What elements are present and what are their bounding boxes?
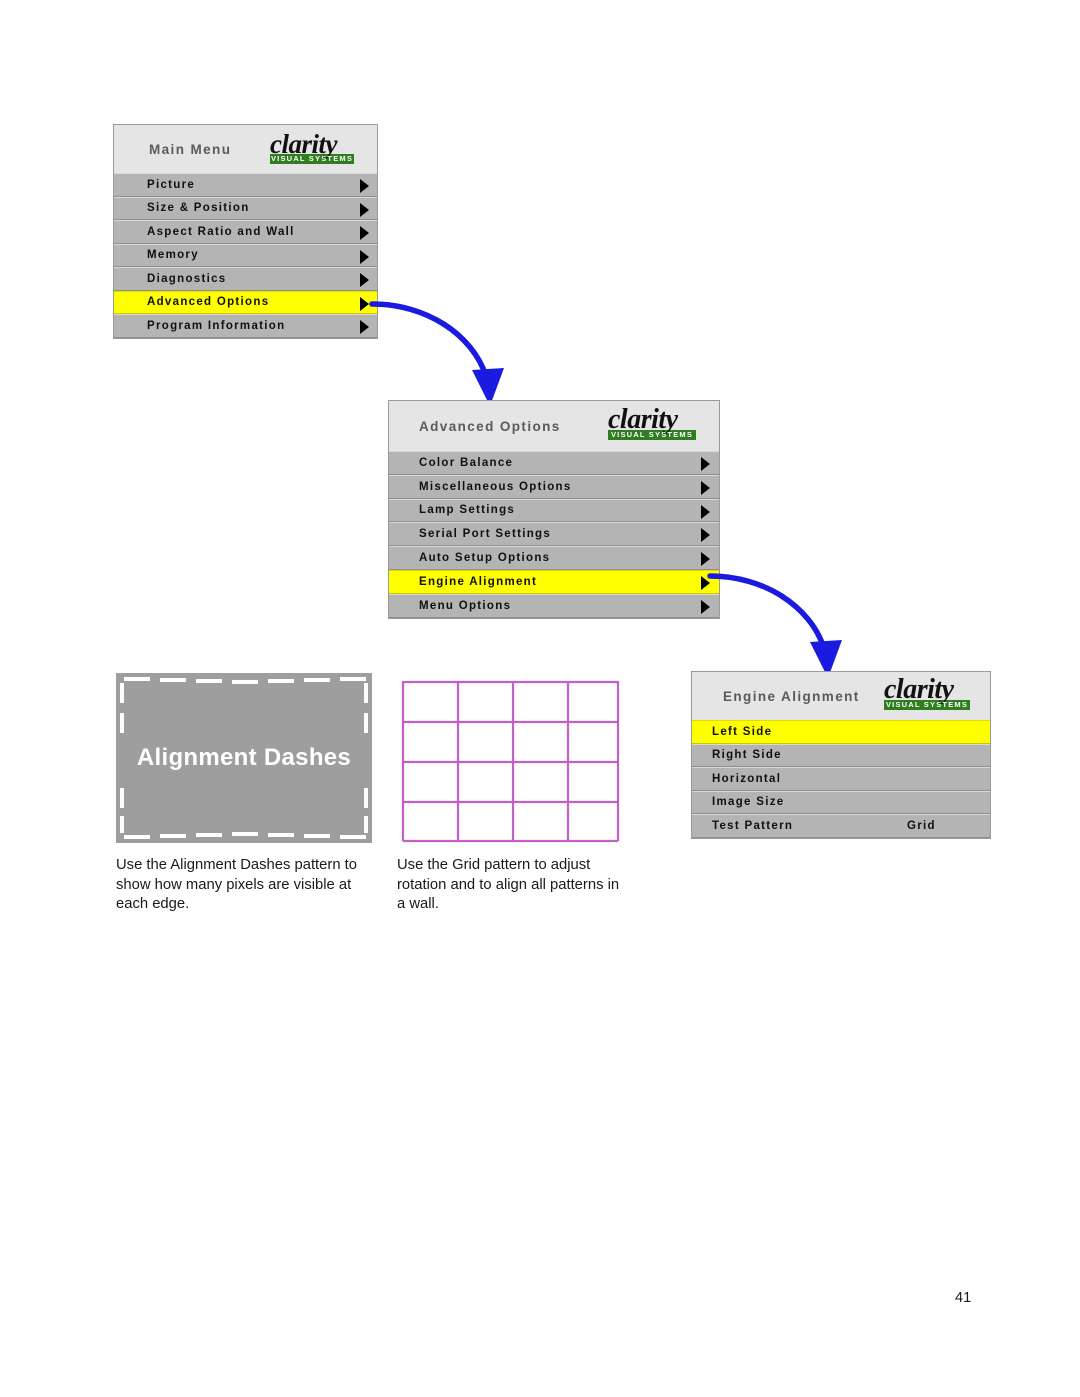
page-number: 41: [955, 1290, 972, 1306]
menu-item-label: Advanced Options: [147, 296, 270, 309]
submenu-arrow-icon: [360, 273, 369, 287]
menu-item-label: Picture: [147, 178, 196, 191]
menu-item-label: Color Balance: [419, 456, 514, 469]
menu-item-right-side[interactable]: Right Side: [692, 743, 990, 767]
panel-title: Main Menu: [149, 141, 232, 157]
menu-item-auto-setup-options[interactable]: Auto Setup Options: [389, 546, 719, 570]
menu-item-label: Image Size: [712, 796, 785, 809]
menu-item-value: Grid: [907, 819, 936, 832]
menu-item-menu-options[interactable]: Menu Options: [389, 593, 719, 618]
menu-item-lamp-settings[interactable]: Lamp Settings: [389, 498, 719, 523]
osd-panel-engine-alignment: Engine Alignment clarity VISUAL SYSTEMS …: [691, 671, 991, 839]
menu-item-label: Menu Options: [419, 599, 512, 612]
flow-arrow-main-to-advanced: [369, 301, 504, 406]
menu-item-picture[interactable]: Picture: [114, 173, 377, 197]
menu-item-label: Left Side: [712, 725, 773, 738]
submenu-arrow-icon: [360, 320, 369, 334]
menu-item-miscellaneous-options[interactable]: Miscellaneous Options: [389, 474, 719, 499]
osd-panel-main-menu: Main Menu clarity VISUAL SYSTEMS Picture…: [113, 124, 378, 339]
clarity-logo: clarity VISUAL SYSTEMS: [270, 131, 375, 164]
submenu-arrow-icon: [701, 457, 710, 471]
menu-item-advanced-options[interactable]: Advanced Options: [114, 290, 377, 314]
clarity-tagline: VISUAL SYSTEMS: [270, 154, 354, 164]
menu-item-serial-port-settings[interactable]: Serial Port Settings: [389, 522, 719, 547]
grid-lines-graphic: [401, 680, 620, 843]
menu-item-left-side[interactable]: Left Side: [692, 720, 990, 744]
clarity-logo: clarity VISUAL SYSTEMS: [884, 676, 988, 710]
menu-item-image-size[interactable]: Image Size: [692, 790, 990, 814]
panel-title: Engine Alignment: [723, 688, 860, 704]
menu-item-label: Aspect Ratio and Wall: [147, 225, 295, 238]
menu-item-label: Serial Port Settings: [419, 528, 552, 541]
alignment-dashes-pattern-image: Alignment Dashes: [116, 673, 372, 843]
submenu-arrow-icon: [701, 480, 710, 495]
menu-item-label: Lamp Settings: [419, 504, 516, 517]
caption-alignment-dashes: Use the Alignment Dashes pattern to show…: [116, 857, 357, 913]
menu-item-diagnostics[interactable]: Diagnostics: [114, 267, 377, 291]
menu-rows: Left Side Right Side Horizontal Image Si…: [692, 720, 990, 838]
menu-item-label: Program Information: [147, 319, 286, 332]
clarity-tagline: VISUAL SYSTEMS: [884, 700, 970, 710]
menu-item-label: Auto Setup Options: [419, 552, 551, 565]
submenu-arrow-icon: [360, 202, 369, 217]
menu-item-aspect-ratio-and-wall[interactable]: Aspect Ratio and Wall: [114, 220, 377, 244]
menu-item-test-pattern[interactable]: Test Pattern Grid: [692, 814, 990, 838]
menu-item-label: Right Side: [712, 749, 782, 762]
menu-item-label: Engine Alignment: [419, 575, 538, 588]
submenu-arrow-icon: [360, 249, 369, 264]
submenu-arrow-icon: [701, 552, 710, 567]
submenu-arrow-icon: [701, 575, 710, 590]
submenu-arrow-icon: [701, 504, 710, 519]
submenu-arrow-icon: [360, 226, 369, 240]
submenu-arrow-icon: [360, 296, 369, 311]
menu-item-horizontal[interactable]: Horizontal: [692, 767, 990, 791]
menu-item-engine-alignment[interactable]: Engine Alignment: [389, 569, 719, 594]
menu-rows: Color Balance Miscellaneous Options Lamp…: [389, 451, 719, 618]
menu-item-label: Memory: [147, 249, 199, 262]
clarity-logo: clarity VISUAL SYSTEMS: [608, 406, 716, 440]
menu-item-label: Size & Position: [147, 202, 250, 215]
panel-title: Advanced Options: [419, 418, 561, 434]
panel-header: Main Menu clarity VISUAL SYSTEMS: [114, 125, 377, 173]
osd-panel-advanced-options: Advanced Options clarity VISUAL SYSTEMS …: [388, 400, 720, 619]
menu-item-size-position[interactable]: Size & Position: [114, 196, 377, 220]
menu-item-memory[interactable]: Memory: [114, 243, 377, 267]
panel-header: Advanced Options clarity VISUAL SYSTEMS: [389, 401, 719, 451]
menu-item-label: Test Pattern: [712, 819, 794, 832]
menu-rows: Picture Size & Position Aspect Ratio and…: [114, 173, 377, 338]
clarity-tagline: VISUAL SYSTEMS: [608, 430, 696, 440]
alignment-dashes-label: Alignment Dashes: [136, 744, 352, 771]
caption-grid: Use the Grid pattern to adjust rotation …: [397, 857, 620, 913]
grid-pattern-image: [397, 674, 626, 843]
submenu-arrow-icon: [701, 599, 710, 614]
menu-item-label: Horizontal: [712, 772, 782, 785]
menu-item-label: Miscellaneous Options: [419, 480, 572, 493]
menu-item-label: Diagnostics: [147, 272, 227, 285]
flow-arrow-advanced-to-engine: [707, 573, 842, 678]
menu-item-color-balance[interactable]: Color Balance: [389, 451, 719, 475]
panel-header: Engine Alignment clarity VISUAL SYSTEMS: [692, 672, 990, 720]
menu-item-program-information[interactable]: Program Information: [114, 314, 377, 338]
submenu-arrow-icon: [360, 179, 369, 193]
submenu-arrow-icon: [701, 528, 710, 543]
